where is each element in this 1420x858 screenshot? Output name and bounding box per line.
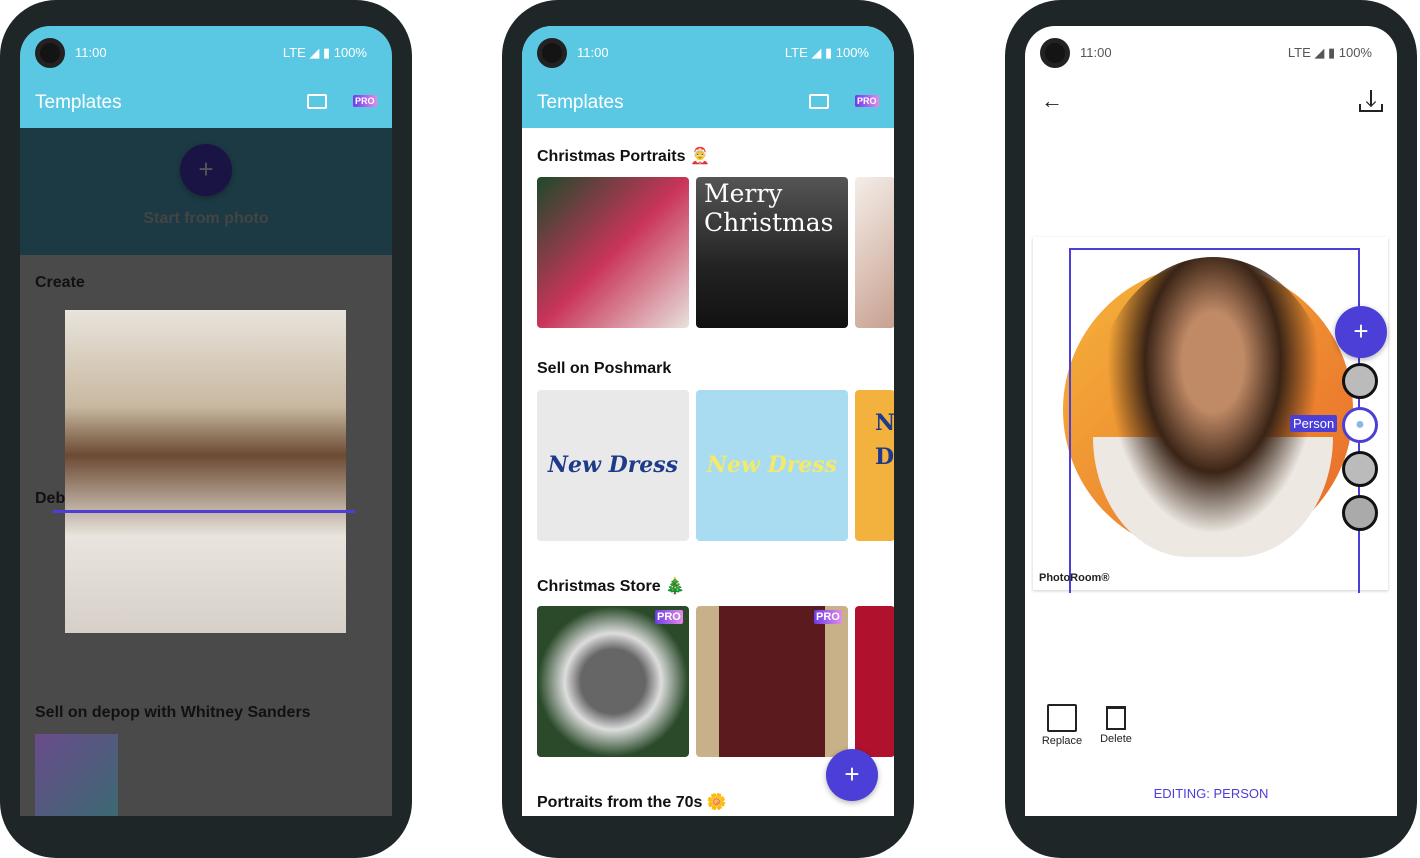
delete-button[interactable]: Delete bbox=[1091, 704, 1141, 745]
camera-icon bbox=[35, 38, 65, 68]
start-panel: + Start from photo bbox=[20, 128, 392, 255]
phone-templates: 11:00 LTE ◢ ▮ 100% Templates PRO Christm… bbox=[502, 0, 914, 858]
template-card[interactable]: PRO bbox=[696, 606, 848, 757]
section-deb: Deb bbox=[35, 490, 66, 507]
back-arrow-icon[interactable]: ← bbox=[1041, 88, 1063, 114]
status-time: 11:00 bbox=[577, 45, 609, 60]
merry-christmas-text: Merry Christmas bbox=[704, 179, 834, 237]
status-signal: LTE ◢ ▮ 100% bbox=[1287, 45, 1372, 60]
page-title: Templates bbox=[35, 92, 122, 113]
section-christmas-store: Christmas Store 🎄 bbox=[537, 578, 685, 595]
start-from-photo-label: Start from photo bbox=[143, 210, 269, 227]
template-card[interactable]: PRO bbox=[537, 606, 689, 757]
status-time: 11:00 bbox=[75, 45, 107, 60]
section-christmas-portraits: Christmas Portraits 🤶 bbox=[537, 148, 710, 165]
app-bar: Templates PRO bbox=[20, 78, 392, 128]
status-bar: 11:00 LTE ◢ ▮ 100% bbox=[1025, 26, 1397, 78]
section-depop: Sell on depop with Whitney Sanders bbox=[35, 704, 311, 721]
add-fab[interactable]: + bbox=[826, 749, 878, 801]
pro-badge[interactable]: PRO bbox=[855, 95, 879, 107]
start-from-photo-button[interactable]: + bbox=[180, 144, 232, 196]
template-card[interactable]: N D bbox=[855, 390, 894, 541]
template-thumb[interactable] bbox=[35, 734, 118, 816]
mail-icon[interactable] bbox=[809, 94, 829, 109]
phone-editor: 11:00 LTE ◢ ▮ 100% ← PhotoRoom® + Person… bbox=[1005, 0, 1417, 858]
status-time: 11:00 bbox=[1080, 45, 1112, 60]
add-layer-button[interactable]: + bbox=[1335, 306, 1387, 358]
mail-icon[interactable] bbox=[307, 94, 327, 109]
editing-status: EDITING: PERSON bbox=[1153, 786, 1269, 801]
template-card[interactable]: Merry Christmas bbox=[696, 177, 848, 328]
trash-icon bbox=[1106, 706, 1126, 730]
status-bar: 11:00 LTE ◢ ▮ 100% bbox=[522, 26, 894, 78]
status-bar: 11:00 LTE ◢ ▮ 100% bbox=[20, 26, 392, 78]
layer-background-icon[interactable] bbox=[1342, 495, 1378, 531]
template-card[interactable] bbox=[855, 177, 894, 328]
pro-badge[interactable]: PRO bbox=[353, 95, 377, 107]
watermark: PhotoRoom® bbox=[1039, 572, 1110, 584]
status-signal: LTE ◢ ▮ 100% bbox=[282, 45, 367, 60]
phone-templates-overlay: 11:00 LTE ◢ ▮ 100% Templates PRO + Start… bbox=[0, 0, 412, 858]
template-card[interactable]: New Dress bbox=[537, 390, 689, 541]
status-signal: LTE ◢ ▮ 100% bbox=[784, 45, 869, 60]
photo-overlay bbox=[65, 310, 346, 633]
camera-icon bbox=[1040, 38, 1070, 68]
section-create: Create bbox=[35, 274, 85, 291]
page-title: Templates bbox=[537, 92, 624, 113]
section-70s: Portraits from the 70s 🌼 bbox=[537, 794, 727, 811]
app-bar: Templates PRO bbox=[522, 78, 894, 128]
replace-icon bbox=[1047, 704, 1077, 732]
layer-image-icon[interactable] bbox=[1342, 363, 1378, 399]
canvas[interactable]: PhotoRoom® bbox=[1033, 237, 1388, 593]
camera-icon bbox=[537, 38, 567, 68]
template-card[interactable] bbox=[537, 177, 689, 328]
replace-button[interactable]: Replace bbox=[1037, 704, 1087, 747]
download-icon[interactable] bbox=[1359, 90, 1383, 114]
scan-line bbox=[53, 510, 355, 513]
section-poshmark: Sell on Poshmark bbox=[537, 360, 672, 377]
layer-image-icon[interactable] bbox=[1342, 451, 1378, 487]
layer-person-icon[interactable]: ● bbox=[1342, 407, 1378, 443]
template-card[interactable] bbox=[855, 606, 894, 757]
template-card[interactable]: New Dress bbox=[696, 390, 848, 541]
layer-label: Person bbox=[1290, 415, 1338, 432]
